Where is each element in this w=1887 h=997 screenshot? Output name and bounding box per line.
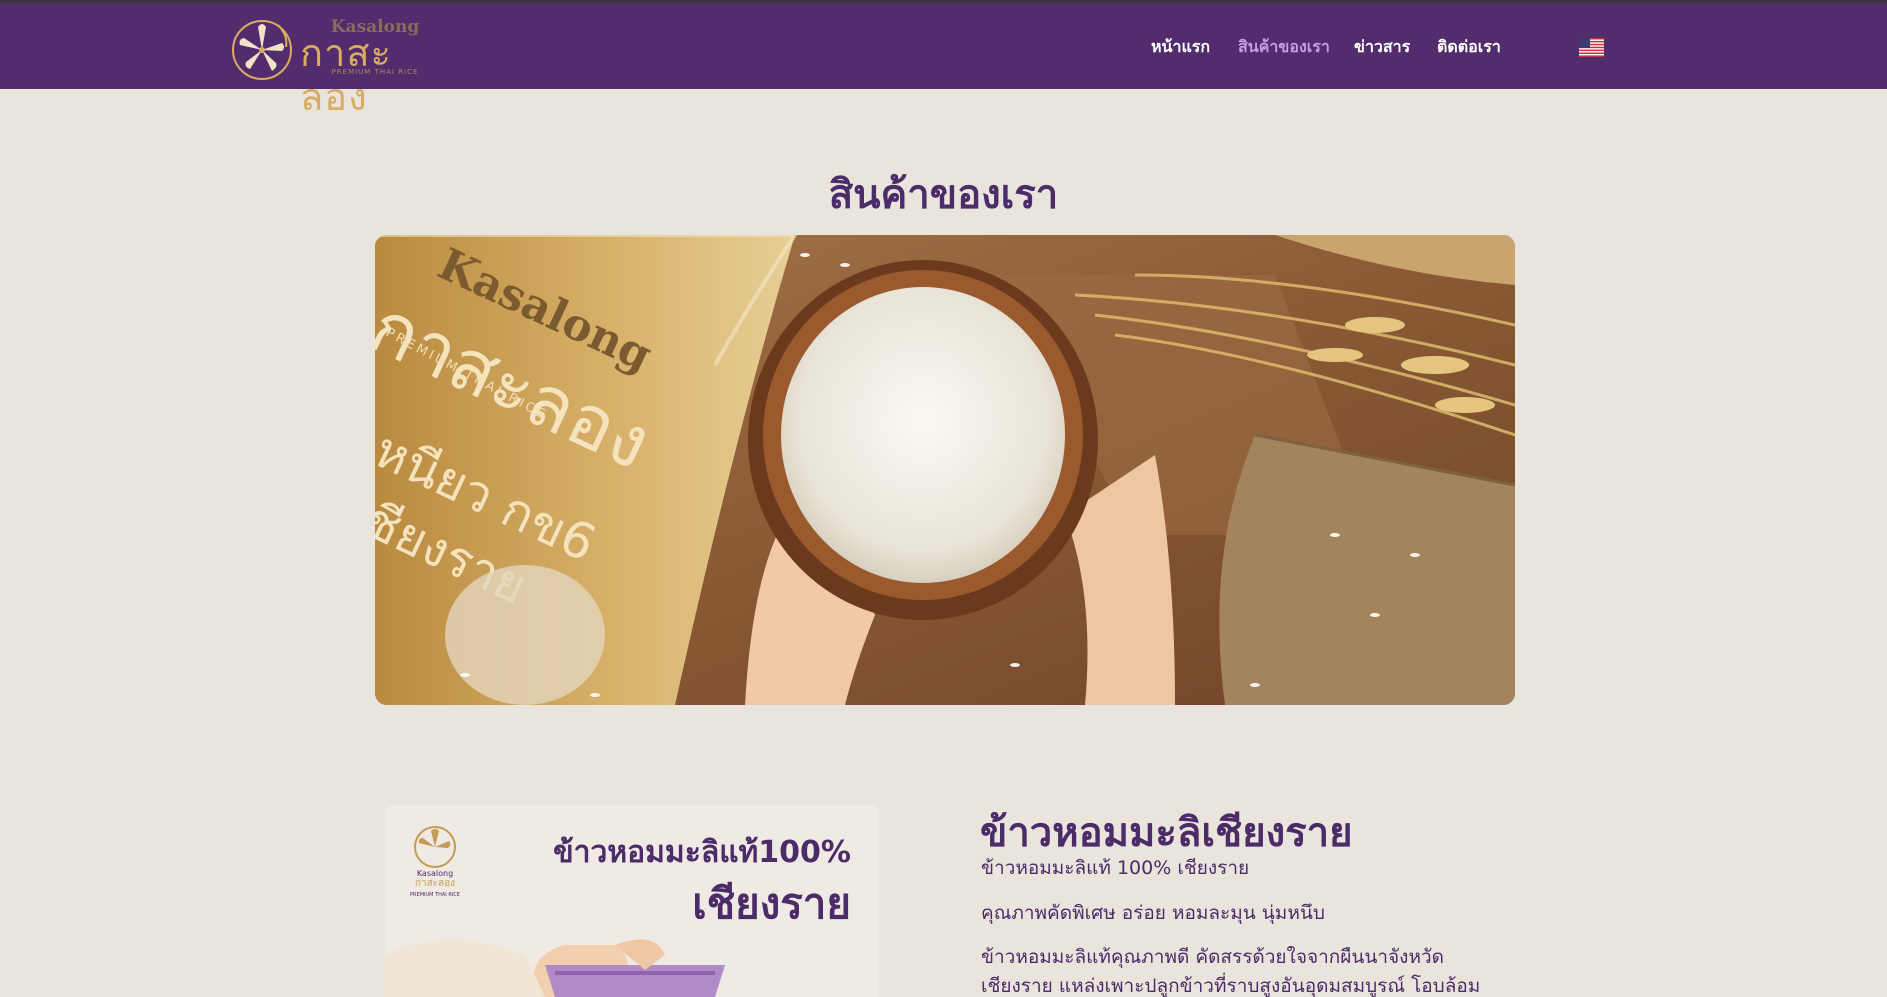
us-flag-icon[interactable] xyxy=(1579,38,1604,57)
us-flag-graphic xyxy=(1579,38,1604,57)
product-image-brand-en: Kasalong xyxy=(416,869,454,878)
rice-flower-logo-icon xyxy=(232,20,292,80)
site-logo[interactable]: Kasalong กาสะลอง PREMIUM THAI RICE xyxy=(228,15,444,119)
product-description-line-2: เชียงราย แหล่งเพาะปลูกข้าวที่ราบสูงอันอุ… xyxy=(981,975,1481,997)
nav-contact[interactable]: ติดต่อเรา xyxy=(1437,35,1501,59)
hero-image: Kasalong กาสะลอง PREMIUM THAI RICE เหนีย… xyxy=(375,235,1515,705)
hero-rice-bowl-illustration: Kasalong กาสะลอง PREMIUM THAI RICE เหนีย… xyxy=(375,235,1515,705)
site-header: Kasalong กาสะลอง PREMIUM THAI RICE หน้าแ… xyxy=(0,0,1887,119)
product-image[interactable]: Kasalong กาสะลอง PREMIUM THAI RICE ข้าวหอม… xyxy=(385,805,879,997)
product-image-headline-2: เชียงราย xyxy=(692,879,851,928)
product-image-brand: Kasalong กาสะลอง PREMIUM THAI RICE xyxy=(409,869,461,900)
nav-news[interactable]: ข่าวสาร xyxy=(1354,35,1410,59)
product-image-headline-1: ข้าวหอมมะลิแท้100% xyxy=(553,835,851,870)
product-description-line-1: ข้าวหอมมะลิแท้คุณภาพดี คัดสรรด้วยใจจากผื… xyxy=(981,946,1444,968)
product-image-brand-th: กาสะลอง xyxy=(414,878,456,889)
product-tagline: คุณภาพคัดพิเศษ อร่อย หอมละมุน นุ่มหนึบ xyxy=(981,902,1325,924)
logo-tagline: PREMIUM THAI RICE xyxy=(331,68,419,76)
page-title: สินค้าของเรา xyxy=(828,172,1059,218)
product-subtitle: ข้าวหอมมะลิแท้ 100% เชียงราย xyxy=(981,857,1250,879)
nav-home[interactable]: หน้าแรก xyxy=(1151,35,1210,59)
product-image-brand-tag: PREMIUM THAI RICE xyxy=(410,892,460,898)
nav-products[interactable]: สินค้าของเรา xyxy=(1238,35,1330,59)
